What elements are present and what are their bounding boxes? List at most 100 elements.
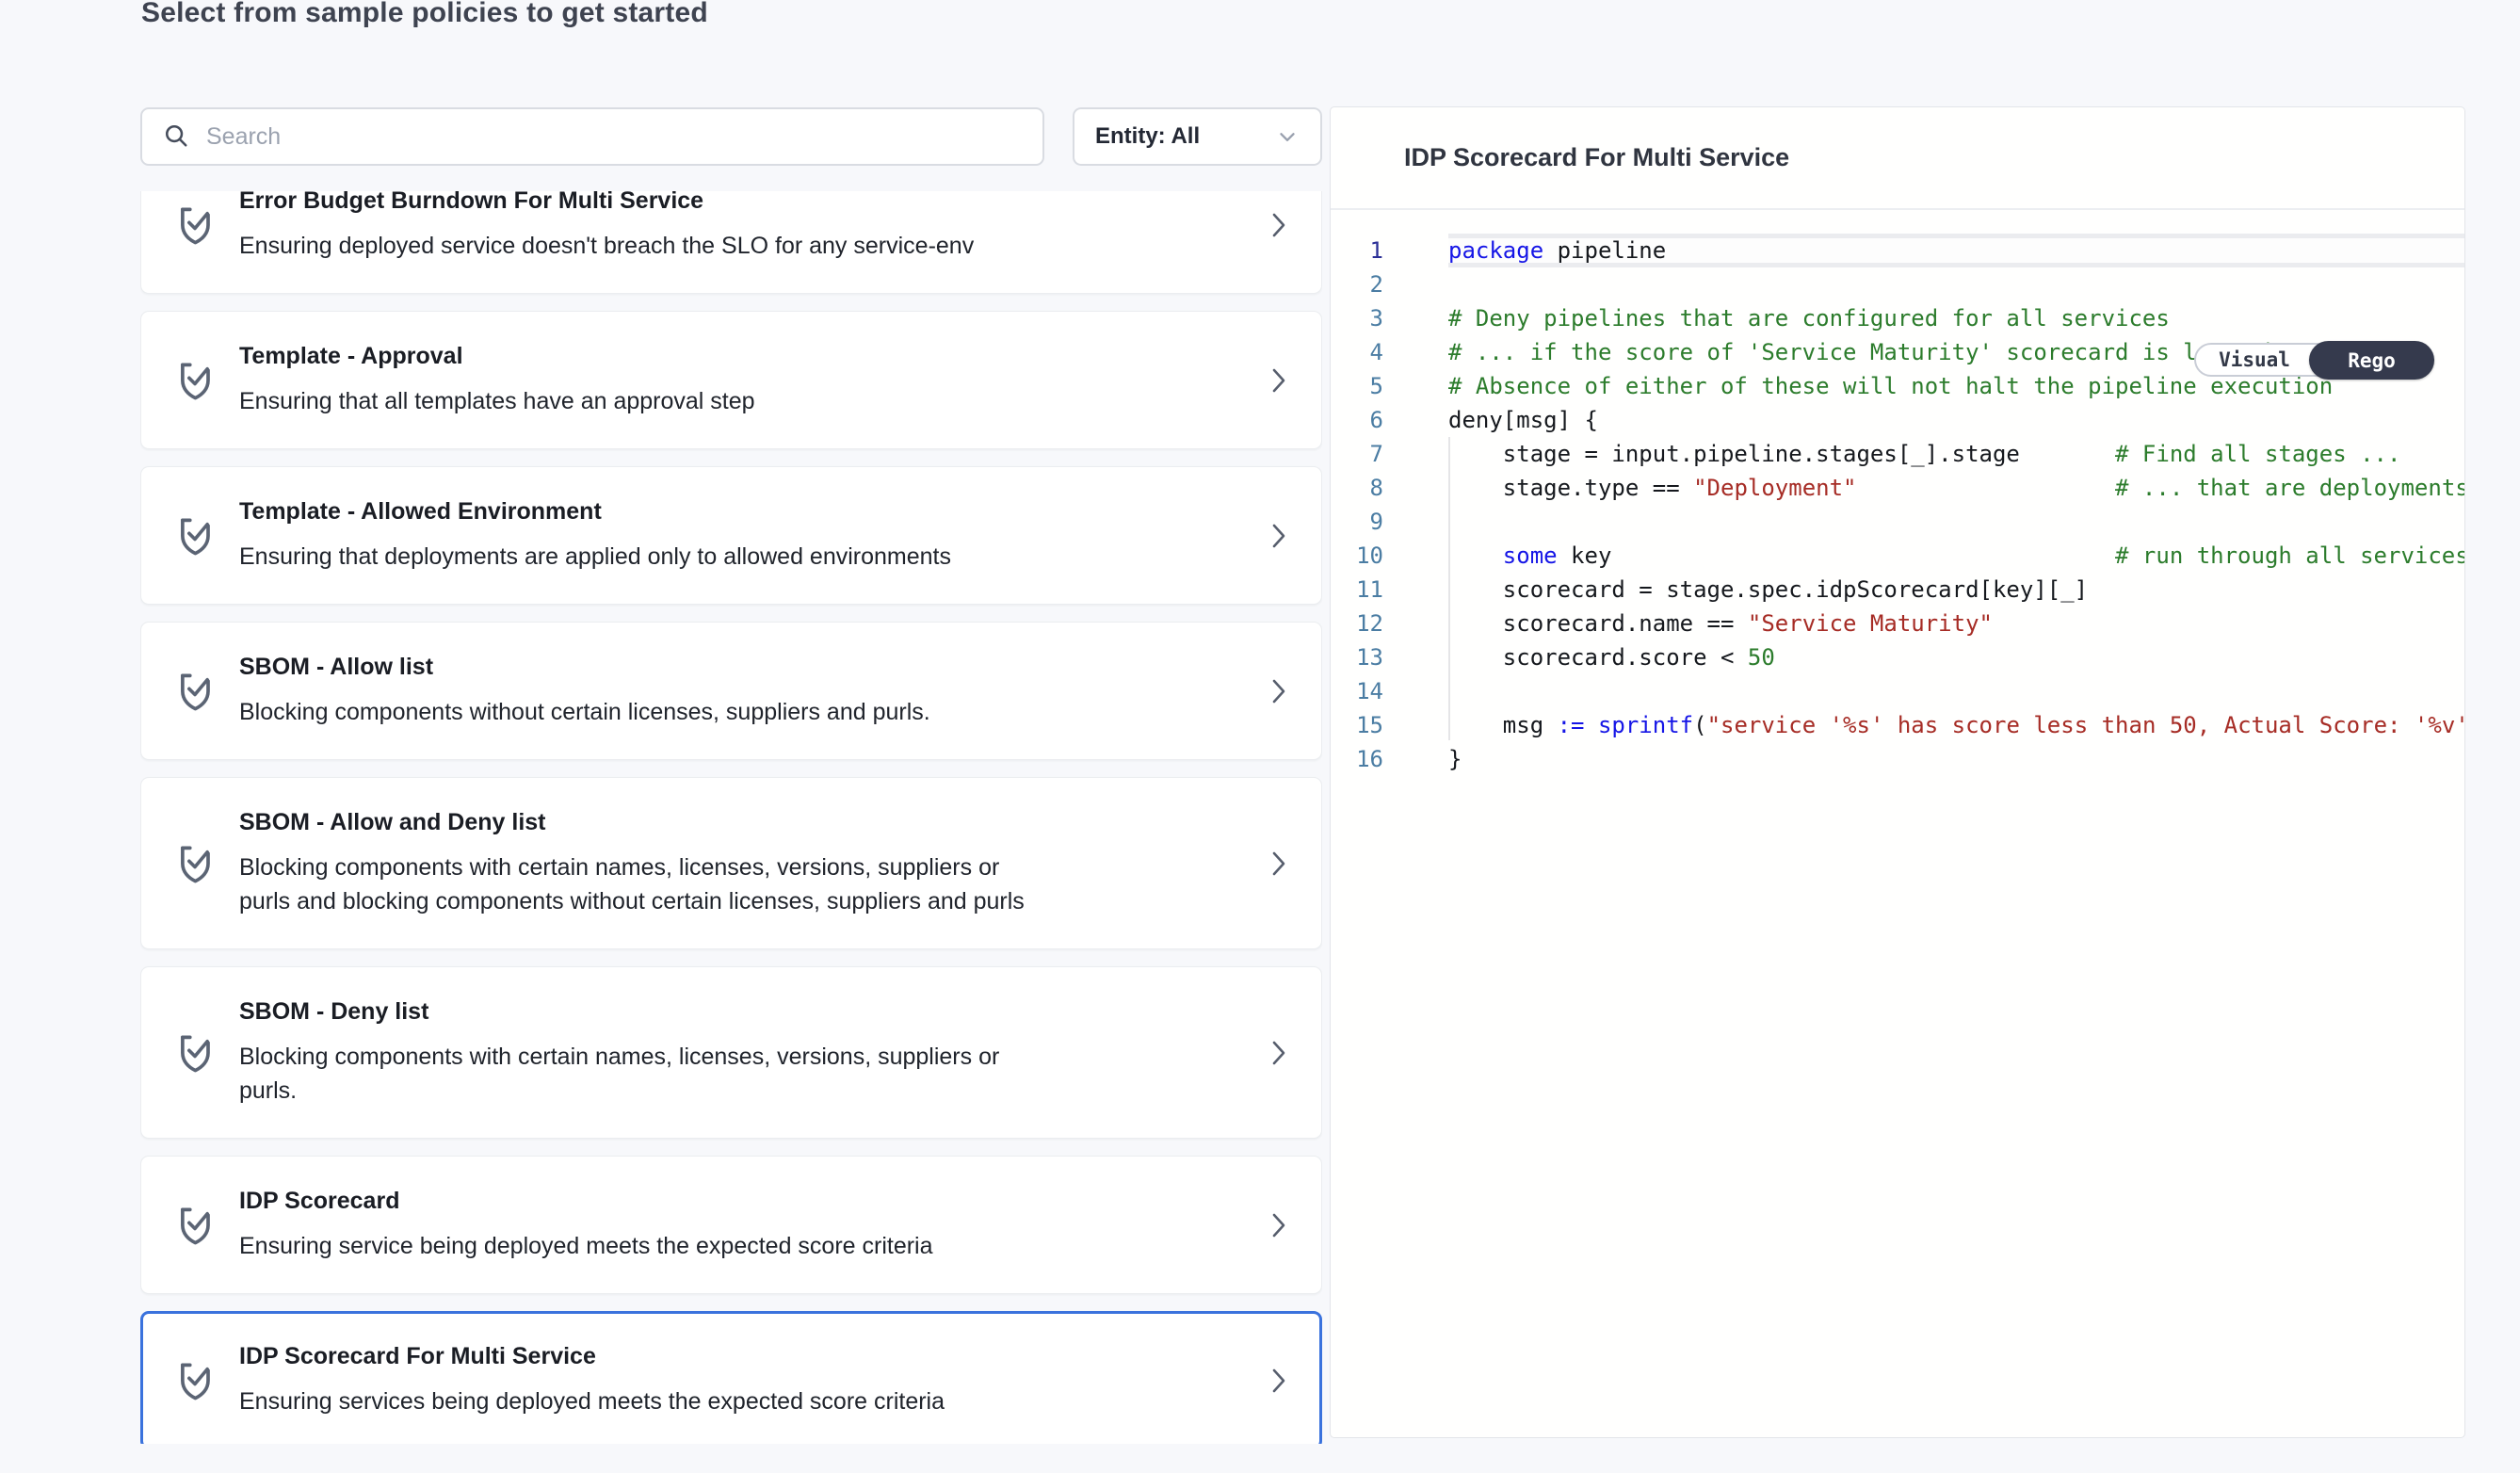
- code-line-content: [1448, 674, 2464, 708]
- policy-card-description: Ensuring that deployments are applied on…: [239, 540, 1244, 574]
- code-line-content: [1448, 505, 2464, 539]
- code-line[interactable]: 11 scorecard = stage.spec.idpScorecard[k…: [1331, 573, 2464, 607]
- line-number: 5: [1331, 369, 1383, 403]
- chevron-right-icon[interactable]: [1267, 674, 1291, 708]
- policy-card-text: IDP Scorecard Ensuring service being dep…: [239, 1187, 1244, 1263]
- line-number: 8: [1331, 471, 1383, 505]
- chevron-right-icon[interactable]: [1267, 1208, 1291, 1242]
- chevron-right-icon[interactable]: [1267, 847, 1291, 881]
- line-number: 9: [1331, 505, 1383, 539]
- chevron-right-icon[interactable]: [1267, 1364, 1291, 1398]
- line-number: 14: [1331, 674, 1383, 708]
- page-title: Select from sample policies to get start…: [141, 0, 708, 32]
- search-input[interactable]: [206, 123, 1022, 151]
- policy-shield-check-icon: [175, 514, 215, 558]
- code-line[interactable]: 2: [1331, 267, 2464, 301]
- policy-card-text: Error Budget Burndown For Multi Service …: [239, 191, 1244, 263]
- policy-card-text: Template - Allowed Environment Ensuring …: [239, 497, 1244, 574]
- policy-card-description: Ensuring services being deployed meets t…: [239, 1384, 1244, 1418]
- line-number: 15: [1331, 708, 1383, 742]
- entity-filter-dropdown[interactable]: Entity: All: [1073, 107, 1322, 166]
- code-line-content: scorecard.score < 50: [1448, 640, 2464, 674]
- chevron-down-icon: [1275, 124, 1300, 149]
- code-line[interactable]: 7 stage = input.pipeline.stages[_].stage…: [1331, 437, 2464, 471]
- policy-card[interactable]: SBOM - Allow and Deny list Blocking comp…: [140, 777, 1322, 949]
- code-line-content: msg := sprintf("service '%s' has score l…: [1448, 708, 2464, 742]
- code-line-content: [1448, 267, 2464, 301]
- view-mode-toggle[interactable]: Visual Rego: [2194, 343, 2433, 377]
- policy-card-text: IDP Scorecard For Multi Service Ensuring…: [239, 1342, 1244, 1418]
- chevron-right-icon[interactable]: [1267, 519, 1291, 553]
- line-number: 12: [1331, 607, 1383, 640]
- line-number: 11: [1331, 573, 1383, 607]
- search-box[interactable]: [140, 107, 1044, 166]
- line-number: 7: [1331, 437, 1383, 471]
- policy-card-title: SBOM - Deny list: [239, 997, 1244, 1026]
- policy-shield-check-icon: [175, 1031, 215, 1075]
- policy-card[interactable]: Template - Approval Ensuring that all te…: [140, 311, 1322, 449]
- code-line-content: # Deny pipelines that are configured for…: [1448, 301, 2464, 335]
- code-line-content: package pipeline: [1448, 234, 2464, 267]
- policy-card[interactable]: Template - Allowed Environment Ensuring …: [140, 466, 1322, 605]
- line-number: 1: [1331, 234, 1383, 267]
- detail-header: IDP Scorecard For Multi Service: [1331, 107, 2464, 210]
- code-line[interactable]: 3# Deny pipelines that are configured fo…: [1331, 301, 2464, 335]
- policy-card-title: Template - Approval: [239, 342, 1244, 370]
- policy-card-title: IDP Scorecard: [239, 1187, 1244, 1215]
- policy-card-description: Ensuring service being deployed meets th…: [239, 1229, 1244, 1263]
- code-line[interactable]: 6deny[msg] {: [1331, 403, 2464, 437]
- policy-card[interactable]: Error Budget Burndown For Multi Service …: [140, 191, 1322, 294]
- policy-card-title: SBOM - Allow and Deny list: [239, 808, 1244, 836]
- policy-card[interactable]: SBOM - Deny list Blocking components wit…: [140, 966, 1322, 1139]
- policy-card-text: SBOM - Allow list Blocking components wi…: [239, 653, 1244, 729]
- policy-card-text: SBOM - Deny list Blocking components wit…: [239, 997, 1244, 1108]
- chevron-right-icon[interactable]: [1267, 208, 1291, 242]
- policy-card-description: Blocking components without certain lice…: [239, 695, 1244, 729]
- policy-card-title: Template - Allowed Environment: [239, 497, 1244, 526]
- rego-code-editor[interactable]: Visual Rego 1 package pipeline23# Deny pi…: [1331, 212, 2464, 1437]
- code-line-content: stage = input.pipeline.stages[_].stage #…: [1448, 437, 2464, 471]
- line-number: 13: [1331, 640, 1383, 674]
- chevron-right-icon[interactable]: [1267, 364, 1291, 397]
- code-line[interactable]: 13 scorecard.score < 50: [1331, 640, 2464, 674]
- policy-card-title: IDP Scorecard For Multi Service: [239, 1342, 1244, 1370]
- code-line[interactable]: 1 package pipeline: [1331, 234, 2464, 267]
- policy-shield-check-icon: [175, 1359, 215, 1402]
- policy-card-title: Error Budget Burndown For Multi Service: [239, 191, 1244, 215]
- policy-card-description: Ensuring deployed service doesn't breach…: [239, 229, 1244, 263]
- code-line-content: deny[msg] {: [1448, 403, 2464, 437]
- toggle-option-visual[interactable]: Visual: [2196, 345, 2313, 375]
- code-line[interactable]: 14: [1331, 674, 2464, 708]
- toggle-option-rego[interactable]: Rego: [2309, 341, 2434, 380]
- code-line[interactable]: 10 some key # run through all services: [1331, 539, 2464, 573]
- code-line[interactable]: 15 msg := sprintf("service '%s' has scor…: [1331, 708, 2464, 742]
- code-line-content: scorecard = stage.spec.idpScorecard[key]…: [1448, 573, 2464, 607]
- search-icon: [163, 122, 191, 151]
- code-line[interactable]: 8 stage.type == "Deployment" # ... that …: [1331, 471, 2464, 505]
- code-line-content: scorecard.name == "Service Maturity": [1448, 607, 2464, 640]
- detail-title: IDP Scorecard For Multi Service: [1404, 143, 1789, 172]
- controls-row: Entity: All: [140, 107, 1322, 166]
- code-line[interactable]: 12 scorecard.name == "Service Maturity": [1331, 607, 2464, 640]
- policy-shield-check-icon: [175, 842, 215, 885]
- code-line-content: stage.type == "Deployment" # ... that ar…: [1448, 471, 2464, 505]
- line-number: 16: [1331, 742, 1383, 776]
- policy-card-description: Ensuring that all templates have an appr…: [239, 384, 1244, 418]
- policy-shield-check-icon: [175, 1204, 215, 1247]
- policy-card[interactable]: SBOM - Allow list Blocking components wi…: [140, 622, 1322, 760]
- policy-card-text: Template - Approval Ensuring that all te…: [239, 342, 1244, 418]
- line-number: 10: [1331, 539, 1383, 573]
- policy-card-description: Blocking components with certain names, …: [239, 1040, 1244, 1108]
- policy-card-text: SBOM - Allow and Deny list Blocking comp…: [239, 808, 1244, 918]
- code-line[interactable]: 16}: [1331, 742, 2464, 776]
- entity-filter-label: Entity: All: [1095, 123, 1200, 150]
- policy-detail-panel: IDP Scorecard For Multi Service Visual R…: [1330, 106, 2465, 1438]
- policy-card[interactable]: IDP Scorecard Ensuring service being dep…: [140, 1156, 1322, 1294]
- policy-card[interactable]: IDP Scorecard For Multi Service Ensuring…: [140, 1311, 1322, 1444]
- policy-shield-check-icon: [175, 359, 215, 402]
- code-rows: 1 package pipeline23# Deny pipelines that…: [1331, 234, 2464, 776]
- code-line[interactable]: 9: [1331, 505, 2464, 539]
- line-number: 4: [1331, 335, 1383, 369]
- code-line-content: some key # run through all services: [1448, 539, 2464, 573]
- chevron-right-icon[interactable]: [1267, 1036, 1291, 1070]
